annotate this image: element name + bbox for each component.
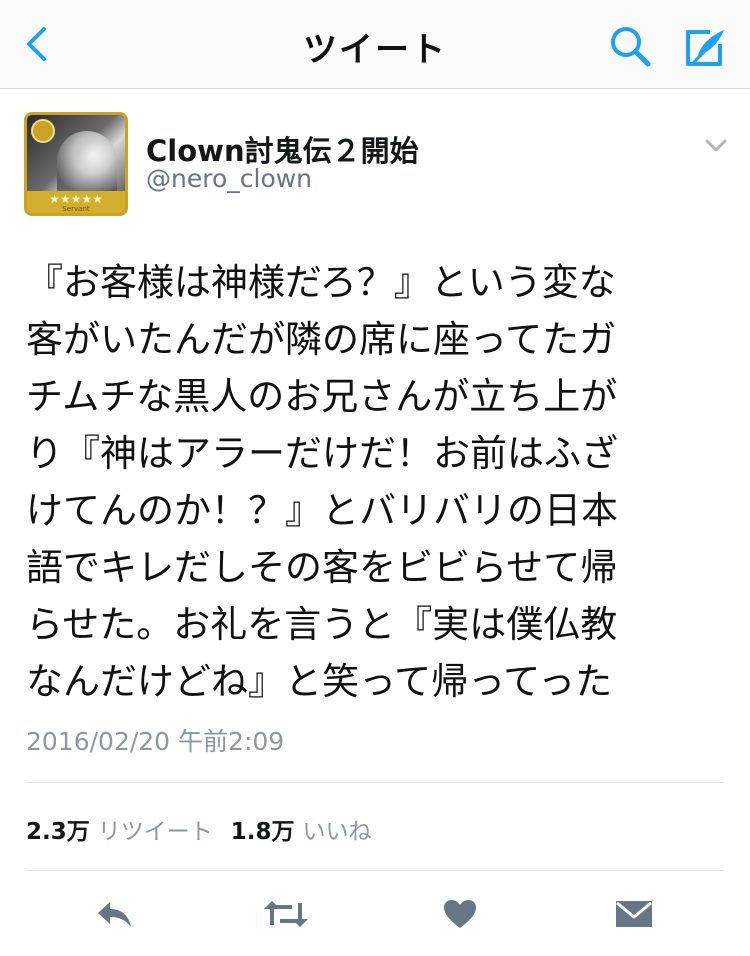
avatar-figure (57, 131, 117, 197)
retweet-count[interactable]: 2.3万 (26, 812, 90, 846)
chevron-down-icon (705, 139, 727, 152)
tweet-text-line: 語でキレだしその客をビビらせて帰 (26, 546, 618, 589)
tweet-text-line: 『お客様は神様だろ？』という変な (26, 261, 616, 304)
tweet-timestamp: 2016/02/20 午前2:09 (26, 727, 285, 756)
heart-icon (444, 900, 476, 928)
author-handle[interactable]: @nero_clown (146, 164, 312, 193)
nav-bar: ツイート (0, 0, 750, 89)
compose-button[interactable] (676, 20, 732, 76)
reply-icon (98, 902, 131, 927)
tweet-text: 『お客様は神様だろ？』という変な 客がいたんだが隣の席に座ってたガ チムチな黒人… (26, 254, 716, 710)
divider (26, 782, 724, 783)
avatar[interactable]: ★★★★★ Servant (24, 112, 128, 216)
reply-button[interactable] (90, 890, 138, 938)
search-icon (611, 27, 651, 67)
retweet-icon (264, 901, 308, 927)
avatar-stars-text: ★★★★★ (49, 192, 103, 206)
like-label[interactable]: いいね (303, 812, 372, 846)
tweet-text-line: チムチな黒人のお兄さんが立ち上が (26, 375, 618, 418)
more-options-button[interactable] (700, 132, 732, 160)
envelope-icon (616, 901, 652, 927)
tweet-text-line: けてんのか！？』とバリバリの日本 (26, 489, 618, 532)
like-button[interactable] (436, 890, 484, 938)
avatar-stars: ★★★★★ Servant (27, 191, 125, 213)
retweet-button[interactable] (262, 890, 310, 938)
divider (26, 870, 724, 871)
avatar-emblem-icon (31, 119, 55, 143)
tweet-text-line: 客がいたんだが隣の席に座ってたガ (26, 318, 617, 361)
direct-message-button[interactable] (610, 890, 658, 938)
retweet-label[interactable]: リツイート (98, 812, 213, 846)
tweet-text-line: り『神はアラーだけだ！お前はふざ (26, 432, 618, 475)
tweet-stats: 2.3万 リツイート 1.8万 いいね (26, 812, 390, 846)
search-button[interactable] (604, 20, 656, 72)
tweet-text-line: らせた。お礼を言うと『実は僕仏教 (26, 603, 618, 646)
avatar-caption: Servant (62, 205, 90, 213)
compose-icon (686, 30, 724, 66)
tweet-text-line: なんだけどね』と笑って帰ってった (26, 660, 613, 703)
like-count[interactable]: 1.8万 (231, 812, 295, 846)
